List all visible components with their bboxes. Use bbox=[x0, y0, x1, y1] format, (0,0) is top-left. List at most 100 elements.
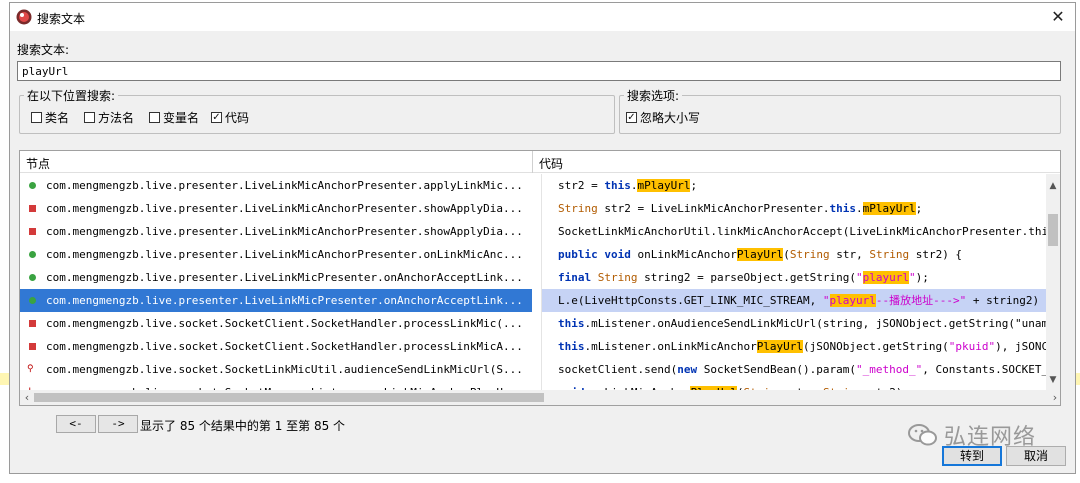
class-icon bbox=[29, 343, 36, 350]
method-icon bbox=[29, 182, 36, 189]
table-row[interactable]: com.mengmengzb.live.socket.SocketClient.… bbox=[20, 312, 1048, 335]
vertical-scrollbar[interactable]: ▲ ▼ bbox=[1046, 174, 1060, 390]
node-cell[interactable]: com.mengmengzb.live.presenter.LiveLinkMi… bbox=[20, 266, 532, 289]
code-cell[interactable]: str2 = this.mPlayUrl; bbox=[541, 174, 1048, 197]
class-icon bbox=[29, 320, 36, 327]
code-cell[interactable]: this.mListener.onAudienceSendLinkMicUrl(… bbox=[541, 312, 1048, 335]
code-text: final String string2 = parseObject.getSt… bbox=[558, 271, 929, 284]
column-header-code[interactable]: 代码 bbox=[539, 155, 563, 172]
node-text: com.mengmengzb.live.presenter.LiveLinkMi… bbox=[46, 271, 523, 284]
code-cell[interactable]: L.e(LiveHttpConsts.GET_LINK_MIC_STREAM, … bbox=[541, 289, 1048, 312]
checkbox-box bbox=[84, 112, 95, 123]
table-row[interactable]: com.mengmengzb.live.presenter.LiveLinkMi… bbox=[20, 197, 1048, 220]
close-button[interactable]: ✕ bbox=[1047, 6, 1069, 28]
close-icon: ✕ bbox=[1051, 7, 1065, 26]
node-text: com.mengmengzb.live.socket.SocketClient.… bbox=[46, 340, 523, 353]
code-text: String str2 = LiveLinkMicAnchorPresenter… bbox=[558, 202, 923, 215]
code-cell[interactable]: public void onLinkMicAnchorPlayUrl(Strin… bbox=[541, 243, 1048, 266]
node-text: com.mengmengzb.live.socket.SocketLinkMic… bbox=[46, 363, 523, 376]
code-cell[interactable]: final String string2 = parseObject.getSt… bbox=[541, 266, 1048, 289]
result-status: 显示了 85 个结果中的第 1 至第 85 个 bbox=[140, 419, 346, 433]
checkbox-ignore-case[interactable]: ✓ 忽略大小写 bbox=[626, 109, 700, 126]
options-group-legend: 搜索选项: bbox=[627, 89, 680, 103]
node-cell[interactable]: com.mengmengzb.live.presenter.LiveLinkMi… bbox=[20, 220, 532, 243]
table-row[interactable]: com.mengmengzb.live.presenter.LiveLinkMi… bbox=[20, 243, 1048, 266]
goto-button[interactable]: 转到 bbox=[942, 446, 1002, 466]
node-text: com.mengmengzb.live.presenter.LiveLinkMi… bbox=[46, 179, 523, 192]
node-cell[interactable]: com.mengmengzb.live.presenter.LiveLinkMi… bbox=[20, 174, 532, 197]
code-text: public void onLinkMicAnchorPlayUrl(Strin… bbox=[558, 248, 963, 261]
node-cell[interactable]: com.mengmengzb.live.socket.SocketClient.… bbox=[20, 312, 532, 335]
search-label: 搜索文本: bbox=[17, 43, 70, 57]
code-text: SocketLinkMicAnchorUtil.linkMicAnchorAcc… bbox=[558, 225, 1048, 238]
method-icon bbox=[29, 274, 36, 281]
code-text: this.mListener.onAudienceSendLinkMicUrl(… bbox=[558, 317, 1048, 330]
static-method-icon: ⚲ bbox=[27, 364, 34, 374]
checkbox-label: 类名 bbox=[45, 111, 70, 125]
checkbox-method-name[interactable]: 方法名 bbox=[84, 109, 134, 126]
title-bar: 搜索文本 ✕ bbox=[10, 3, 1075, 31]
checkbox-box bbox=[31, 112, 42, 123]
location-group-legend: 在以下位置搜索: bbox=[27, 89, 116, 103]
table-rows: com.mengmengzb.live.presenter.LiveLinkMi… bbox=[20, 174, 1048, 390]
scroll-right-icon[interactable]: › bbox=[1048, 390, 1060, 405]
table-row[interactable]: com.mengmengzb.live.presenter.LiveLinkMi… bbox=[20, 174, 1048, 197]
results-table: 节点 代码 com.mengmengzb.live.presenter.Live… bbox=[19, 150, 1061, 406]
search-text-dialog: 搜索文本 ✕ 搜索文本: 在以下位置搜索: 搜索选项: 类名 方法名 变量名 ✓… bbox=[9, 2, 1076, 474]
code-text: L.e(LiveHttpConsts.GET_LINK_MIC_STREAM, … bbox=[558, 294, 1040, 307]
node-text: com.mengmengzb.live.presenter.LiveLinkMi… bbox=[46, 225, 523, 238]
node-cell[interactable]: com.mengmengzb.live.socket.SocketClient.… bbox=[20, 335, 532, 358]
code-text: str2 = this.mPlayUrl; bbox=[558, 179, 698, 192]
search-input[interactable] bbox=[17, 61, 1061, 81]
checkbox-box bbox=[149, 112, 160, 123]
node-cell[interactable]: com.mengmengzb.live.presenter.LiveLinkMi… bbox=[20, 243, 532, 266]
code-text: this.mListener.onLinkMicAnchorPlayUrl(jS… bbox=[558, 340, 1048, 353]
code-cell[interactable]: void onLinkMicAnchorPlayUrl(String str, … bbox=[541, 381, 1048, 390]
class-icon bbox=[29, 205, 36, 212]
column-divider[interactable] bbox=[532, 151, 533, 173]
checkbox-box-checked: ✓ bbox=[626, 112, 637, 123]
background-strip-right bbox=[1076, 373, 1080, 385]
method-icon bbox=[29, 297, 36, 304]
checkbox-variable-name[interactable]: 变量名 bbox=[149, 109, 199, 126]
table-row[interactable]: ⅄com.mengmengzb.live.socket.SocketMessag… bbox=[20, 381, 1048, 390]
table-row[interactable]: ⚲ com.mengmengzb.live.socket.SocketLinkMi… bbox=[20, 358, 1048, 381]
checkbox-label: 变量名 bbox=[163, 111, 200, 125]
table-header: 节点 代码 bbox=[20, 151, 1060, 173]
table-row[interactable]: com.mengmengzb.live.presenter.LiveLinkMi… bbox=[20, 266, 1048, 289]
checkbox-label: 方法名 bbox=[98, 111, 135, 125]
code-cell[interactable]: SocketLinkMicAnchorUtil.linkMicAnchorAcc… bbox=[541, 220, 1048, 243]
node-text: com.mengmengzb.live.presenter.LiveLinkMi… bbox=[46, 248, 523, 261]
node-text: com.mengmengzb.live.socket.SocketClient.… bbox=[46, 317, 523, 330]
checkbox-label: 忽略大小写 bbox=[640, 111, 701, 125]
checkbox-code[interactable]: ✓ 代码 bbox=[211, 109, 249, 126]
node-cell[interactable]: ⅄com.mengmengzb.live.socket.SocketMessag… bbox=[20, 381, 532, 390]
background-strip bbox=[0, 373, 9, 385]
horizontal-scroll-thumb[interactable] bbox=[34, 393, 544, 402]
horizontal-scrollbar[interactable]: ‹ › bbox=[20, 390, 1060, 405]
node-text: com.mengmengzb.live.presenter.LiveLinkMi… bbox=[46, 202, 523, 215]
cancel-button[interactable]: 取消 bbox=[1006, 446, 1066, 466]
prev-page-button[interactable]: <- bbox=[56, 415, 96, 433]
code-cell[interactable]: String str2 = LiveLinkMicAnchorPresenter… bbox=[541, 197, 1048, 220]
code-cell[interactable]: this.mListener.onLinkMicAnchorPlayUrl(jS… bbox=[541, 335, 1048, 358]
scroll-up-icon[interactable]: ▲ bbox=[1048, 180, 1058, 192]
node-text: com.mengmengzb.live.presenter.LiveLinkMi… bbox=[46, 294, 523, 307]
table-row[interactable]: com.mengmengzb.live.socket.SocketClient.… bbox=[20, 335, 1048, 358]
table-row[interactable]: com.mengmengzb.live.presenter.LiveLinkMi… bbox=[20, 220, 1048, 243]
node-cell[interactable]: com.mengmengzb.live.presenter.LiveLinkMi… bbox=[20, 289, 532, 312]
vertical-scroll-thumb[interactable] bbox=[1048, 214, 1058, 246]
code-cell[interactable]: socketClient.send(new SocketSendBean().p… bbox=[541, 358, 1048, 381]
column-header-node[interactable]: 节点 bbox=[26, 155, 50, 172]
node-cell[interactable]: com.mengmengzb.live.presenter.LiveLinkMi… bbox=[20, 197, 532, 220]
next-page-button[interactable]: -> bbox=[98, 415, 138, 433]
scroll-left-icon[interactable]: ‹ bbox=[20, 390, 34, 405]
checkbox-class-name[interactable]: 类名 bbox=[31, 109, 69, 126]
class-icon bbox=[29, 228, 36, 235]
node-cell[interactable]: ⚲ com.mengmengzb.live.socket.SocketLinkMi… bbox=[20, 358, 532, 381]
checkbox-label: 代码 bbox=[225, 111, 250, 125]
table-row[interactable]: com.mengmengzb.live.presenter.LiveLinkMi… bbox=[20, 289, 1048, 312]
app-icon bbox=[16, 9, 32, 25]
scroll-down-icon[interactable]: ▼ bbox=[1048, 374, 1058, 386]
method-icon bbox=[29, 251, 36, 258]
